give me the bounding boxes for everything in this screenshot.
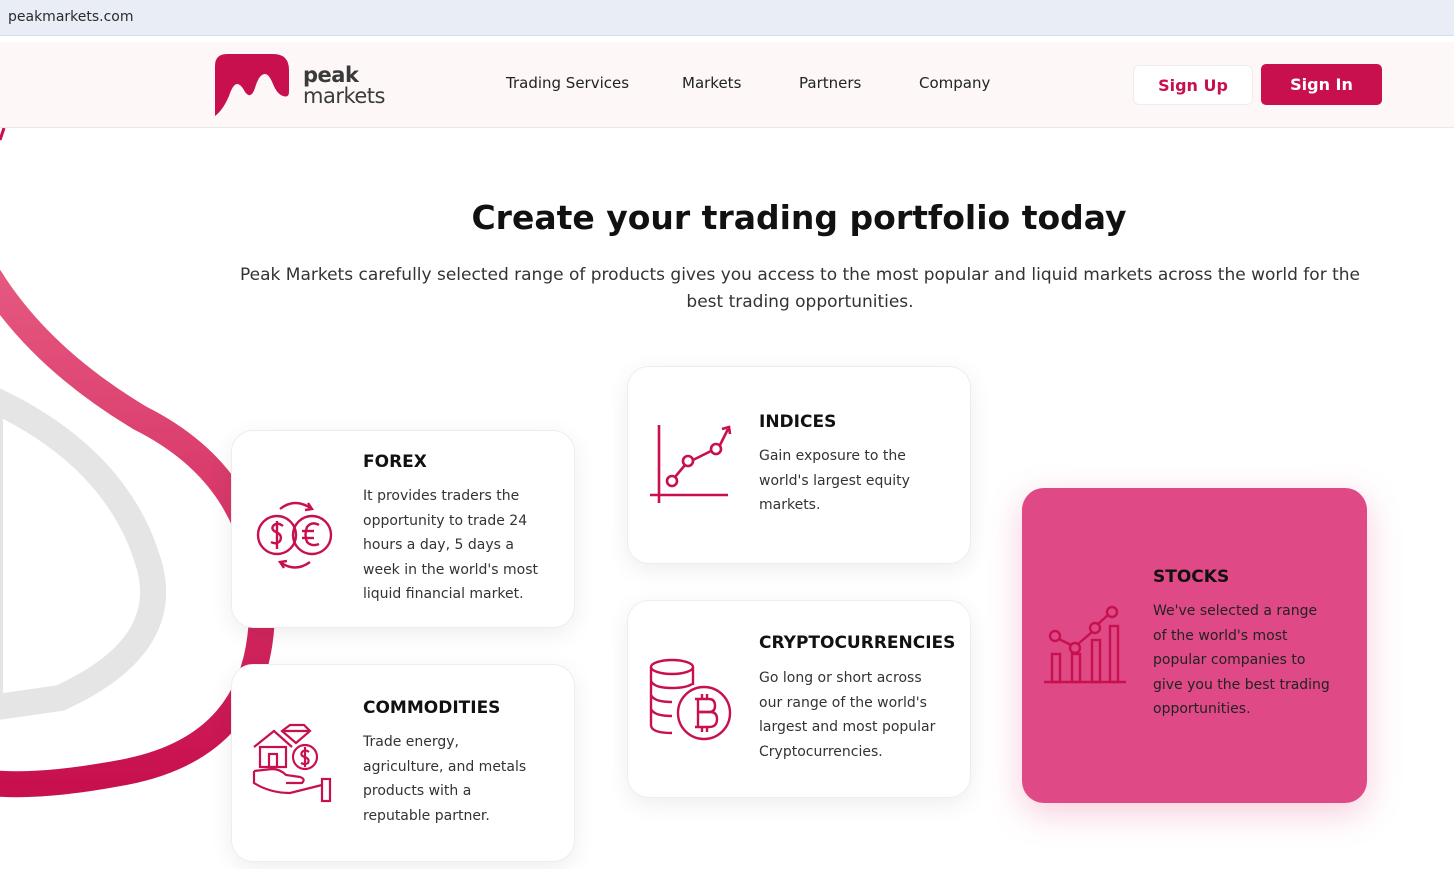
nav-company[interactable]: Company	[919, 74, 990, 92]
card-desc-forex: It provides traders the opportunity to t…	[363, 488, 538, 602]
nav-markets[interactable]: Markets	[682, 74, 741, 92]
card-title-forex: FOREX	[363, 452, 427, 472]
card-stocks[interactable]: STOCKS We've selected a range of the wor…	[1022, 488, 1367, 803]
page-subtitle: Peak Markets carefully selected range of…	[240, 265, 1360, 312]
card-cryptocurrencies[interactable]: CRYPTOCURRENCIES Go long or short across…	[627, 600, 971, 798]
sign-up-button[interactable]: Sign Up	[1133, 65, 1253, 105]
card-desc-indices: Gain exposure to the world's largest equ…	[759, 448, 910, 513]
browser-address-bar[interactable]: peakmarkets.com	[0, 0, 1454, 36]
nav-partners[interactable]: Partners	[799, 74, 861, 92]
site-header: peak markets Trading Services Markets Pa…	[0, 42, 1454, 128]
currency-exchange-icon	[256, 501, 333, 569]
nav-trading-services[interactable]: Trading Services	[506, 74, 629, 92]
card-desc-stocks: We've selected a range of the world's mo…	[1153, 603, 1330, 717]
bitcoin-coins-icon	[649, 658, 732, 741]
card-desc-cryptocurrencies: Go long or short across our range of the…	[759, 670, 936, 760]
peak-markets-logo[interactable]: peak markets	[213, 52, 393, 118]
line-chart-icon	[650, 425, 732, 503]
logo-wordmark: peak markets	[303, 65, 385, 107]
commodities-hand-icon	[252, 723, 332, 803]
card-desc-commodities: Trade energy, agriculture, and metals pr…	[363, 734, 527, 824]
card-title-stocks: STOCKS	[1153, 567, 1230, 587]
bar-chart-growth-icon	[1044, 605, 1126, 684]
url-text[interactable]: peakmarkets.com	[8, 9, 134, 25]
card-title-commodities: COMMODITIES	[363, 698, 501, 718]
card-title-cryptocurrencies: CRYPTOCURRENCIES	[759, 633, 956, 653]
card-title-indices: INDICES	[759, 412, 837, 432]
peak-logo-mark-icon	[215, 54, 289, 116]
logo-word-peak: peak	[303, 63, 359, 87]
card-forex[interactable]: FOREX It provides traders the opportunit…	[231, 430, 575, 628]
logo-word-markets: markets	[303, 84, 385, 108]
sign-in-button[interactable]: Sign In	[1261, 64, 1382, 105]
page-title: Create your trading portfolio today	[471, 198, 1127, 237]
card-indices[interactable]: INDICES Gain exposure to the world's lar…	[627, 366, 971, 564]
card-commodities[interactable]: COMMODITIES Trade energy, agriculture, a…	[231, 664, 575, 862]
page: peakmarkets.com peak markets Trading Ser…	[0, 0, 1454, 869]
